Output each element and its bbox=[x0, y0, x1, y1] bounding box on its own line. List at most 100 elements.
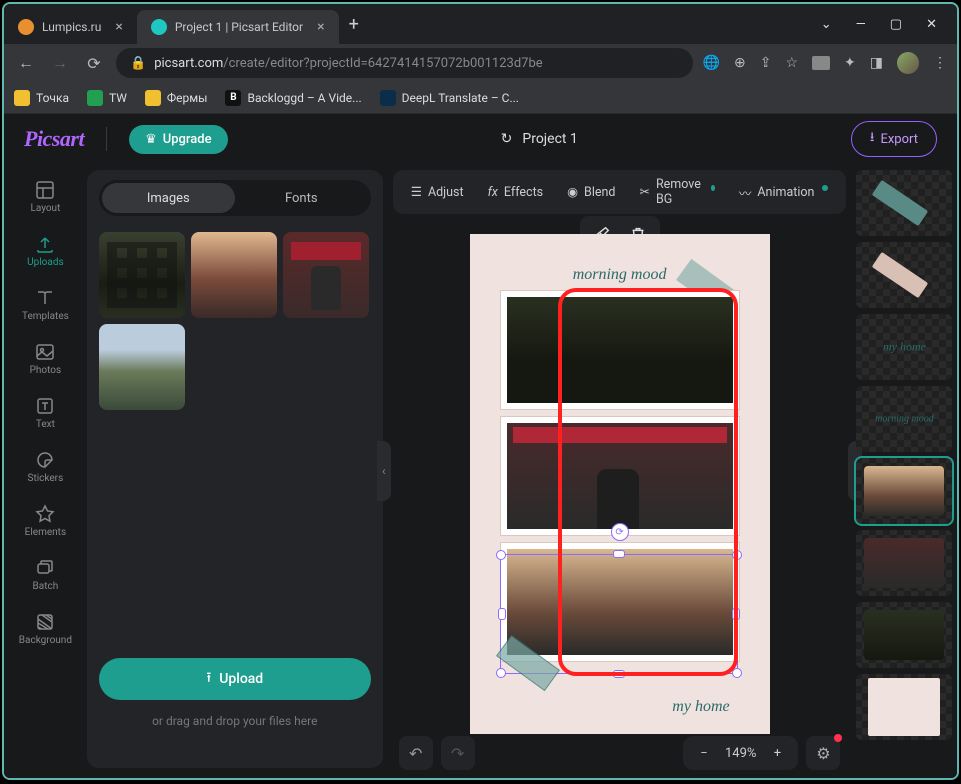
tab-title: Lumpics.ru bbox=[42, 20, 101, 34]
menu-icon[interactable]: ⋮ bbox=[933, 55, 947, 71]
zoom-value[interactable]: 149% bbox=[719, 746, 762, 761]
close-icon[interactable]: × bbox=[317, 19, 324, 35]
upload-icon: ⭱ bbox=[206, 667, 211, 691]
back-button[interactable]: ← bbox=[14, 51, 38, 75]
canvas-toolbar: ☰Adjust fxEffects ◉Blend ✂Remove BG 〰Ani… bbox=[393, 170, 847, 214]
browser-tab[interactable]: Lumpics.ru × bbox=[4, 10, 137, 44]
canvas-text-top[interactable]: morning mood bbox=[573, 266, 667, 284]
seg-fonts[interactable]: Fonts bbox=[235, 183, 368, 213]
animation-button[interactable]: 〰Animation bbox=[729, 177, 839, 208]
puzzle-icon[interactable]: ✦ bbox=[844, 55, 856, 71]
upgrade-button[interactable]: ♛ Upgrade bbox=[129, 125, 228, 154]
bookmark-item[interactable]: Фермы bbox=[145, 90, 208, 106]
export-button[interactable]: ⭳ Export bbox=[851, 121, 937, 157]
zoom-in-button[interactable]: + bbox=[764, 740, 790, 766]
share-icon[interactable]: ⇪ bbox=[760, 55, 772, 71]
layer-item[interactable] bbox=[856, 170, 952, 236]
profile-avatar[interactable] bbox=[897, 52, 919, 74]
project-title[interactable]: ↻ Project 1 bbox=[501, 131, 578, 147]
resize-corner[interactable] bbox=[496, 668, 506, 678]
bookmark-item[interactable]: BBackloggd – A Vide... bbox=[225, 90, 361, 106]
tab-title: Project 1 | Picsart Editor bbox=[175, 20, 303, 34]
layout-icon bbox=[35, 180, 55, 200]
rotate-handle[interactable]: ⟳ bbox=[611, 523, 629, 541]
zoom-icon[interactable]: ⊕ bbox=[734, 55, 746, 71]
layer-item[interactable] bbox=[856, 674, 952, 740]
layers-panel: my home morning mood bbox=[852, 164, 957, 778]
image-icon bbox=[35, 342, 55, 362]
resize-handle[interactable] bbox=[732, 608, 740, 620]
canvas-image[interactable] bbox=[500, 416, 740, 536]
resize-handle[interactable] bbox=[613, 670, 625, 678]
fx-icon: fx bbox=[488, 185, 498, 200]
upload-thumbnail[interactable] bbox=[99, 324, 185, 410]
sliders-icon: ☰ bbox=[411, 184, 422, 200]
undo-button[interactable]: ↶ bbox=[399, 736, 433, 770]
maximize-button[interactable]: ▢ bbox=[890, 17, 902, 32]
browser-tab[interactable]: Project 1 | Picsart Editor × bbox=[137, 10, 339, 44]
badge-dot bbox=[822, 185, 828, 191]
rail-templates[interactable]: Templates bbox=[9, 282, 81, 328]
bookmark-item[interactable]: Точка bbox=[14, 90, 69, 106]
upload-thumbnail[interactable] bbox=[191, 232, 277, 318]
layer-item[interactable] bbox=[856, 242, 952, 308]
layer-item[interactable] bbox=[856, 458, 952, 524]
layer-item[interactable]: my home bbox=[856, 314, 952, 380]
rail-batch[interactable]: Batch bbox=[9, 552, 81, 598]
sticker-icon bbox=[35, 450, 55, 470]
badge-dot bbox=[711, 185, 715, 191]
blend-button[interactable]: ◉Blend bbox=[557, 178, 625, 206]
reload-button[interactable]: ⟳ bbox=[82, 51, 106, 75]
sync-icon: ↻ bbox=[501, 131, 513, 147]
bookmark-item[interactable]: TW bbox=[87, 90, 127, 106]
chevron-down-icon[interactable]: ⌄ bbox=[821, 17, 832, 32]
favicon-icon bbox=[18, 19, 34, 35]
animation-icon: 〰 bbox=[739, 183, 752, 202]
resize-handle[interactable] bbox=[498, 608, 506, 620]
upload-button[interactable]: ⭱ Upload bbox=[99, 658, 371, 700]
url-path: /create/editor?projectId=6427414157072b0… bbox=[223, 56, 542, 71]
resize-handle[interactable] bbox=[613, 550, 625, 558]
star-icon bbox=[35, 504, 55, 524]
translate-icon[interactable]: 🌐 bbox=[703, 55, 720, 71]
extension-icon[interactable] bbox=[812, 56, 830, 70]
star-icon[interactable]: ☆ bbox=[785, 55, 798, 71]
upload-thumbnail[interactable] bbox=[99, 232, 185, 318]
rail-background[interactable]: Background bbox=[9, 606, 81, 652]
effects-button[interactable]: fxEffects bbox=[478, 179, 554, 206]
rail-uploads[interactable]: Uploads bbox=[9, 228, 81, 274]
upload-thumbnail[interactable] bbox=[283, 232, 369, 318]
removebg-button[interactable]: ✂Remove BG bbox=[629, 171, 724, 213]
background-icon bbox=[35, 612, 55, 632]
close-button[interactable]: ✕ bbox=[926, 17, 937, 32]
artboard[interactable]: morning mood ⟳ bbox=[470, 234, 770, 734]
adjust-button[interactable]: ☰Adjust bbox=[401, 178, 474, 206]
redo-button[interactable]: ↷ bbox=[441, 736, 475, 770]
minimize-button[interactable]: — bbox=[856, 17, 866, 32]
resize-corner[interactable] bbox=[732, 550, 742, 560]
canvas-text-bottom[interactable]: my home bbox=[672, 698, 729, 716]
picsart-logo[interactable]: Picsart bbox=[24, 126, 84, 152]
forward-button[interactable]: → bbox=[48, 51, 72, 75]
rail-text[interactable]: Text bbox=[9, 390, 81, 436]
upload-icon bbox=[35, 234, 55, 254]
resize-corner[interactable] bbox=[732, 668, 742, 678]
sidepanel-icon[interactable]: ◨ bbox=[870, 55, 883, 71]
rail-stickers[interactable]: Stickers bbox=[9, 444, 81, 490]
layer-item[interactable]: morning mood bbox=[856, 386, 952, 452]
address-bar[interactable]: 🔒 picsart.com/create/editor?projectId=64… bbox=[116, 48, 693, 78]
canvas-image[interactable] bbox=[500, 290, 740, 410]
seg-images[interactable]: Images bbox=[102, 183, 235, 213]
rail-elements[interactable]: Elements bbox=[9, 498, 81, 544]
close-icon[interactable]: × bbox=[115, 19, 122, 35]
rail-photos[interactable]: Photos bbox=[9, 336, 81, 382]
rail-layout[interactable]: Layout bbox=[9, 174, 81, 220]
new-tab-button[interactable]: + bbox=[339, 14, 369, 35]
lock-icon: 🔒 bbox=[130, 56, 146, 71]
settings-button[interactable]: ⚙ bbox=[806, 736, 840, 770]
layer-item[interactable] bbox=[856, 530, 952, 596]
layer-item[interactable] bbox=[856, 602, 952, 668]
resize-corner[interactable] bbox=[496, 550, 506, 560]
bookmark-item[interactable]: DeepL Translate – С... bbox=[380, 90, 519, 106]
zoom-out-button[interactable]: − bbox=[691, 740, 717, 766]
